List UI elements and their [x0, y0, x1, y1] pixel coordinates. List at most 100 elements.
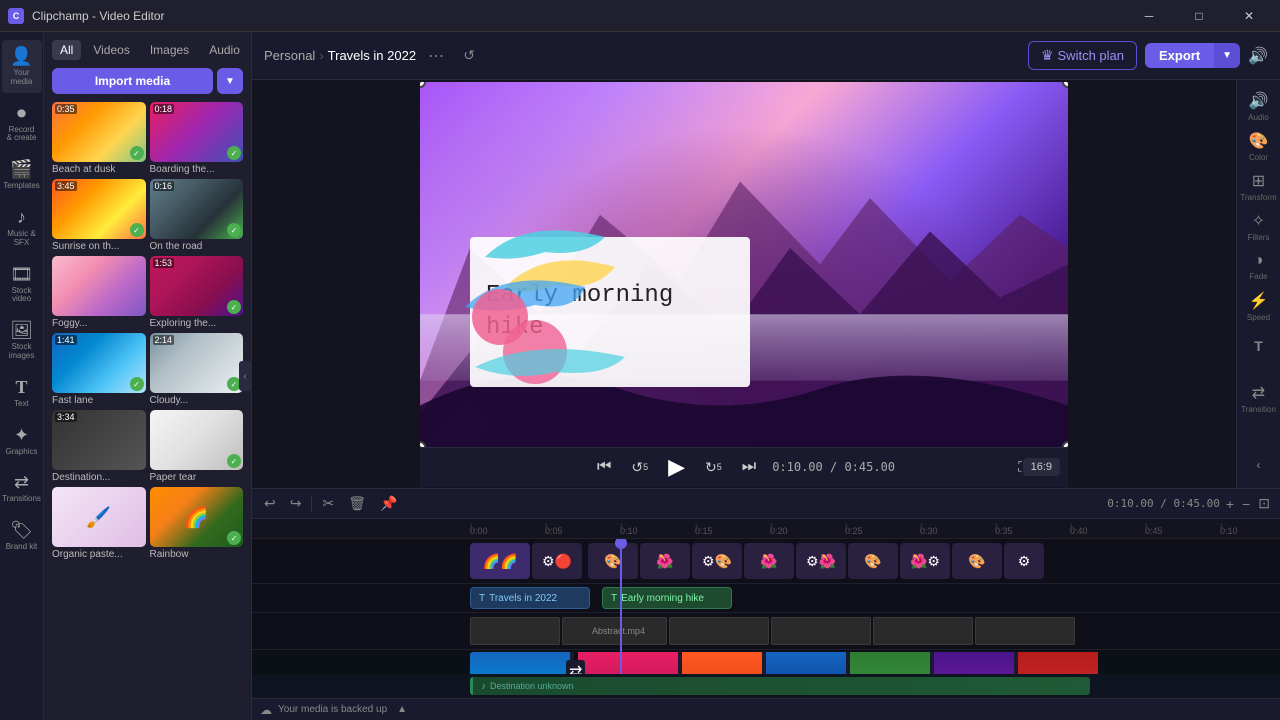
- sidebar-item-music-sfx[interactable]: ♪ Music & SFX: [2, 201, 42, 254]
- tab-audio[interactable]: Audio: [201, 40, 248, 60]
- transform-tool-button[interactable]: ⊞ Transform: [1241, 168, 1277, 204]
- audio-button[interactable]: 🔊: [1248, 46, 1268, 66]
- color-tool-button[interactable]: 🎨 Color: [1241, 128, 1277, 164]
- switch-plan-button[interactable]: ♛ Switch plan: [1028, 41, 1137, 70]
- sticker-clip-8[interactable]: 🎨: [848, 543, 898, 579]
- blank-clip-4[interactable]: [771, 617, 871, 645]
- sticker-clip-9[interactable]: 🌺⚙: [900, 543, 950, 579]
- backup-expand-button[interactable]: ▲: [397, 704, 407, 715]
- music-icon: ♪: [17, 207, 26, 228]
- sticker-clip-10[interactable]: 🎨: [952, 543, 1002, 579]
- blank-clip-1[interactable]: [470, 617, 560, 645]
- project-more-button[interactable]: ⋯: [424, 44, 448, 68]
- tab-all[interactable]: All: [52, 40, 81, 60]
- close-button[interactable]: ✕: [1226, 0, 1272, 32]
- ruler-marks: 0:00 0:05 0:10 0:15 0:20 0:25 0:30 0:35 …: [470, 526, 1280, 536]
- sidebar-item-brand-kit[interactable]: 🏷 Brand kit: [2, 514, 42, 558]
- replay-5-button[interactable]: ↺5: [627, 455, 652, 480]
- top-bar: Personal › Travels in 2022 ⋯ ↺ ♛ Switch …: [252, 32, 1280, 80]
- transition-tool-button[interactable]: ⇄ Transition: [1241, 380, 1277, 416]
- sticker-clip-4[interactable]: 🌺: [640, 543, 690, 579]
- blank-clip-3[interactable]: [669, 617, 769, 645]
- undo-button[interactable]: ↩: [260, 493, 280, 514]
- import-media-button[interactable]: Import media: [52, 68, 213, 94]
- export-button[interactable]: Export: [1145, 43, 1214, 68]
- text-clip-morning-hike[interactable]: T Early morning hike: [602, 587, 732, 609]
- right-sidebar: 🔊 Audio 🎨 Color ⊞ Transform ✧ Filters ◑: [1236, 80, 1280, 488]
- video-clip-main[interactable]: ⇄: [470, 652, 1185, 674]
- breadcrumb-personal[interactable]: Personal: [264, 48, 315, 63]
- sidebar-item-stock-video[interactable]: 🎞 Stock video: [2, 258, 42, 311]
- blank-clip-6[interactable]: [975, 617, 1075, 645]
- tab-images[interactable]: Images: [142, 40, 197, 60]
- media-item-organic[interactable]: 🖌️ Organic paste...: [52, 487, 146, 560]
- export-btn-group: Export ▼: [1145, 43, 1240, 68]
- redo-button[interactable]: ↪: [286, 493, 306, 514]
- sidebar-item-transitions[interactable]: ⇄ Transitions: [2, 466, 42, 510]
- play-pause-button[interactable]: ▶: [664, 450, 689, 484]
- audio-tool-button[interactable]: 🔊 Audio: [1241, 88, 1277, 124]
- speed-tool-button[interactable]: ⚡ Speed: [1241, 288, 1277, 324]
- audio-clip[interactable]: ♪ Destination unknown: [470, 677, 1090, 695]
- text-tool-button[interactable]: T: [1241, 328, 1277, 364]
- media-item-fastlane[interactable]: 1:41 ✓ Fast lane: [52, 333, 146, 406]
- fade-tool-icon: ◑: [1254, 252, 1264, 270]
- import-btn-row: Import media ▼: [52, 68, 243, 94]
- zoom-out-button[interactable]: −: [1240, 494, 1252, 514]
- media-item-road[interactable]: 0:16 ✓ On the road: [150, 179, 244, 252]
- text-track-content: T Travels in 2022 T Early morning hike: [252, 584, 1280, 612]
- sticker-clip-7[interactable]: ⚙🌺: [796, 543, 846, 579]
- media-item-destination[interactable]: 3:34 Destination...: [52, 410, 146, 483]
- skip-back-button[interactable]: ⏮: [593, 454, 615, 480]
- media-item-cloudy[interactable]: 2:14 ✓ Cloudy...: [150, 333, 244, 406]
- sticker-clip-1[interactable]: 🌈🌈: [470, 543, 530, 579]
- tab-videos[interactable]: Videos: [85, 40, 137, 60]
- sidebar-item-record[interactable]: ⏺ Record& create: [2, 97, 42, 150]
- media-item-beach[interactable]: 0:35 ✓ Beach at dusk: [52, 102, 146, 175]
- sticker-clip-6[interactable]: 🌺: [744, 543, 794, 579]
- panel-collapse-arrow[interactable]: ‹: [239, 361, 251, 391]
- media-item-foggy[interactable]: Foggy...: [52, 256, 146, 329]
- sticker-clip-5[interactable]: ⚙🎨: [692, 543, 742, 579]
- stock-video-icon: 🎞: [10, 264, 33, 285]
- sidebar-item-templates[interactable]: 🎬 Templates: [2, 153, 42, 197]
- sticker-clip-3[interactable]: 🎨: [588, 543, 638, 579]
- media-item-sunrise[interactable]: 3:45 ✓ Sunrise on th...: [52, 179, 146, 252]
- media-item-papertear[interactable]: ✓ Paper tear: [150, 410, 244, 483]
- blank-track-content: [252, 613, 1280, 649]
- aspect-ratio-button[interactable]: 16:9: [1023, 458, 1060, 476]
- sidebar-item-text[interactable]: T Text: [2, 371, 42, 415]
- your-media-icon: 👤: [10, 46, 32, 67]
- clip-add-button[interactable]: 📌: [376, 493, 401, 514]
- blank-clip-5[interactable]: [873, 617, 973, 645]
- media-item-exploring[interactable]: 1:53 ✓ Exploring the...: [150, 256, 244, 329]
- maximize-button[interactable]: □: [1176, 0, 1222, 32]
- media-row-1: 0:35 ✓ Beach at dusk 0:18 ✓ Boarding the…: [44, 102, 251, 179]
- media-thumb-papertear: ✓: [150, 410, 244, 470]
- skip-forward-button[interactable]: ⏭: [738, 454, 760, 480]
- delete-button[interactable]: 🗑: [344, 493, 370, 514]
- title-bar: C Clipchamp - Video Editor ─ □ ✕: [0, 0, 1280, 32]
- sidebar-item-graphics[interactable]: ✦ Graphics: [2, 419, 42, 463]
- media-item-boarding[interactable]: 0:18 ✓ Boarding the...: [150, 102, 244, 175]
- forward-5-button[interactable]: ↻5: [701, 455, 726, 480]
- zoom-in-button[interactable]: +: [1224, 494, 1236, 514]
- right-sidebar-collapse[interactable]: ‹: [1257, 450, 1261, 480]
- project-sync-button[interactable]: ↺: [456, 43, 482, 69]
- export-dropdown-button[interactable]: ▼: [1214, 43, 1240, 68]
- sticker-clip-11[interactable]: ⚙: [1004, 543, 1044, 579]
- sidebar-item-your-media[interactable]: 👤 Your media: [2, 40, 42, 93]
- filters-tool-button[interactable]: ✧ Filters: [1241, 208, 1277, 244]
- timecode-display: 0:10.00 / 0:45.00: [772, 460, 895, 474]
- fade-tool-button[interactable]: ◑ Fade: [1241, 248, 1277, 284]
- cut-button[interactable]: ✂: [318, 493, 338, 514]
- sticker-clip-2[interactable]: ⚙🔴: [532, 543, 582, 579]
- blank-clip-2[interactable]: [562, 617, 667, 645]
- text-clip-travels[interactable]: T Travels in 2022: [470, 587, 590, 609]
- import-dropdown-button[interactable]: ▼: [217, 68, 243, 94]
- media-item-rainbow[interactable]: 🌈 ✓ Rainbow: [150, 487, 244, 560]
- zoom-fit-button[interactable]: ⊡: [1256, 493, 1272, 514]
- sidebar-item-stock-images[interactable]: 🖼 Stock images: [2, 314, 42, 367]
- minimize-button[interactable]: ─: [1126, 0, 1172, 32]
- audio-track-row: ♪ Destination unknown: [252, 674, 1280, 698]
